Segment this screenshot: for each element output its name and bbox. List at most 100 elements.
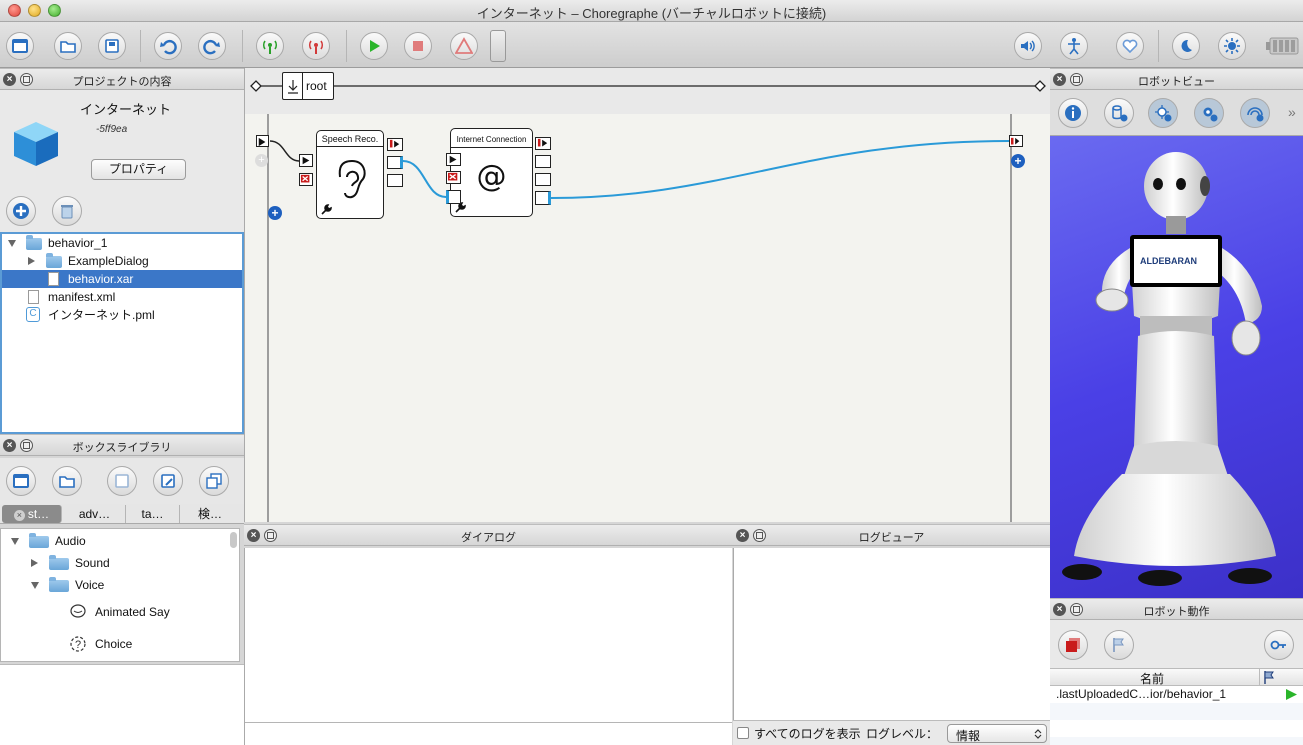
internet-data-input[interactable] (446, 190, 461, 204)
folder-icon (26, 235, 42, 250)
disconnect-button[interactable] (302, 32, 330, 60)
delete-button[interactable] (52, 196, 82, 226)
speech-output-3[interactable] (387, 174, 403, 187)
tree-row-behavior-xar[interactable]: behavior.xar (2, 270, 242, 288)
tree-label: behavior.xar (68, 272, 134, 286)
aldebaran-logo: ALDEBARAN (1140, 256, 1197, 266)
expand-arrow-icon[interactable] (8, 240, 16, 247)
flow-final-output[interactable] (1009, 135, 1023, 147)
project-id: -5ff9ea (96, 124, 128, 135)
robot-settings-button[interactable] (1194, 98, 1224, 128)
lib-row-sound[interactable]: Sound (1, 554, 241, 572)
info-icon (1065, 105, 1081, 121)
stop-button[interactable] (404, 32, 432, 60)
robot-3d-view[interactable]: ALDEBARAN (1050, 136, 1303, 598)
lib-row-animated-say[interactable]: Animated Say (1, 603, 241, 621)
new-library-button[interactable] (6, 466, 36, 496)
open-library-button[interactable] (52, 466, 82, 496)
show-all-logs-checkbox[interactable] (737, 727, 749, 739)
battery-icon (1266, 36, 1300, 56)
lib-row-audio[interactable]: Audio (1, 532, 241, 550)
robot-joints-button[interactable] (1148, 98, 1178, 128)
tab-search[interactable]: 検… (180, 505, 240, 523)
tab-advanced[interactable]: adv… (64, 505, 126, 523)
speech-onstop-input[interactable] (299, 173, 313, 186)
play-behavior-icon[interactable] (1284, 688, 1298, 701)
box-library-header: × ボックスライブラリ (0, 434, 244, 456)
box-library-description (0, 664, 244, 745)
add-parameter-icon[interactable]: + (268, 206, 282, 220)
table-row-empty (1050, 737, 1303, 745)
internet-connection-box[interactable]: Internet Connection @ (450, 128, 533, 217)
table-row[interactable]: .lastUploadedC…ior/behavior_1 (1050, 686, 1303, 703)
tree-row-behavior-1[interactable]: behavior_1 (2, 234, 242, 252)
file-icon (48, 272, 59, 286)
tree-row-manifest[interactable]: manifest.xml (2, 288, 242, 306)
properties-button[interactable]: プロパティ (91, 159, 186, 180)
posture-button[interactable] (1060, 32, 1088, 60)
save-icon (115, 474, 129, 488)
lib-row-choice[interactable]: ? Choice (1, 635, 241, 653)
tree-label: Sound (75, 556, 110, 570)
expand-arrow-icon[interactable] (31, 582, 39, 589)
stop-x-icon (300, 174, 310, 183)
column-name[interactable]: 名前 (1140, 670, 1164, 687)
scrollbar-thumb[interactable] (230, 532, 237, 548)
tree-row-exampledialog[interactable]: ExampleDialog (2, 252, 242, 270)
edit-library-button[interactable] (153, 466, 183, 496)
tree-row-pml[interactable]: C インターネット.pml (2, 306, 242, 324)
robot-sensor-button[interactable] (1104, 98, 1134, 128)
lib-row-voice[interactable]: Voice (1, 576, 241, 594)
redo-button[interactable] (198, 32, 226, 60)
internet-output-2[interactable] (535, 155, 551, 168)
save-button[interactable] (98, 32, 126, 60)
stop-all-behaviors-button[interactable] (1058, 630, 1088, 660)
undo-button[interactable] (154, 32, 182, 60)
robot-camera-button[interactable] (1240, 98, 1270, 128)
add-input-icon[interactable]: + (255, 154, 268, 167)
debug-button[interactable] (450, 32, 478, 60)
tablet-screen: ALDEBARAN (1134, 239, 1218, 283)
flow-start-input[interactable] (256, 135, 269, 147)
speech-onstart-input[interactable] (299, 154, 313, 167)
dialog-input[interactable] (245, 722, 732, 745)
add-output-icon[interactable]: + (1011, 154, 1025, 168)
rest-button[interactable] (1172, 32, 1200, 60)
wake-up-button[interactable] (1218, 32, 1246, 60)
internet-onstart-input[interactable] (446, 153, 461, 166)
tab-standard[interactable]: × st… (2, 505, 62, 523)
box-library-tree: Audio Sound Voice Animated Say ? Choice (0, 528, 240, 662)
connect-button[interactable] (256, 32, 284, 60)
down-arrow-icon (288, 80, 298, 94)
collapse-arrow-icon[interactable] (31, 559, 38, 567)
close-tab-icon[interactable]: × (13, 510, 25, 521)
expand-arrow-icon[interactable] (11, 538, 19, 545)
wrench-icon[interactable] (320, 203, 333, 216)
internet-output-4[interactable] (535, 191, 551, 205)
internet-output-3[interactable] (535, 173, 551, 186)
tab-tablet[interactable]: ta… (126, 505, 180, 523)
internet-onstopped-output[interactable] (535, 137, 551, 150)
flow-canvas[interactable]: + + Speech Reco. Internet Connection @ + (244, 114, 1050, 522)
log-level-select[interactable]: 情報 (947, 724, 1047, 743)
life-button[interactable] (1116, 32, 1144, 60)
scroll-slot[interactable] (490, 30, 506, 62)
speech-reco-box[interactable]: Speech Reco. (316, 130, 384, 219)
save-library-button[interactable] (107, 466, 137, 496)
copy-library-button[interactable] (199, 466, 229, 496)
play-button[interactable] (360, 32, 388, 60)
collapse-arrow-icon[interactable] (28, 257, 35, 265)
volume-button[interactable] (1014, 32, 1042, 60)
default-behavior-button[interactable] (1104, 630, 1134, 660)
internet-onstop-input[interactable] (446, 171, 461, 184)
add-button[interactable] (6, 196, 36, 226)
robot-info-button[interactable] (1058, 98, 1088, 128)
speech-onstopped-output[interactable] (387, 138, 403, 151)
search-behavior-button[interactable] (1264, 630, 1294, 660)
speech-word-output[interactable] (387, 156, 403, 169)
breadcrumb-root[interactable]: root (282, 72, 334, 100)
new-file-button[interactable] (6, 32, 34, 60)
pml-file-icon: C (26, 307, 40, 322)
more-chevron-icon[interactable]: » (1288, 104, 1296, 120)
open-button[interactable] (54, 32, 82, 60)
